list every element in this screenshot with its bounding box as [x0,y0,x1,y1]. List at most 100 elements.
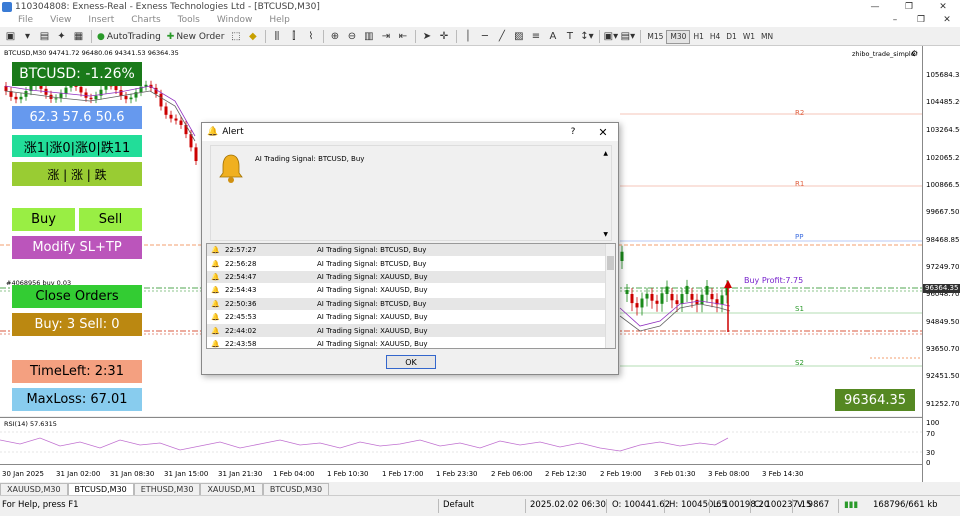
window-title: 110304808: Exness-Real - Exness Technolo… [15,1,320,12]
menu-tools[interactable]: Tools [170,15,209,25]
pivot-pp-label: PP [795,233,804,241]
indicator-settings-icon[interactable]: ⚙ [911,49,918,58]
alert-row[interactable]: 🔔 22:44:02 AI Trading Signal: XAUUSD, Buy [207,324,615,338]
candle-body [129,97,133,100]
menu-insert[interactable]: Insert [80,15,123,25]
horizontal-line-icon[interactable]: ─ [477,30,492,44]
symbol-change-badge: BTCUSD: -1.26% [12,62,142,86]
status-profile[interactable]: Default [443,500,474,510]
tf-h4[interactable]: H4 [707,30,723,44]
tf-m30[interactable]: M30 [666,29,691,44]
alert-row[interactable]: 🔔 22:54:47 AI Trading Signal: XAUUSD, Buy [207,270,615,285]
channel-icon[interactable]: ▨ [511,30,526,44]
chart-tab[interactable]: XAUUSD,M1 [200,483,263,495]
candle-body [19,96,23,100]
message-scroll-up-icon[interactable]: ▲ [603,150,608,157]
alert-close-button[interactable]: ✕ [588,126,618,139]
tf-d1[interactable]: D1 [723,30,740,44]
market-watch-icon[interactable]: ▤ [37,30,52,44]
new-chart-icon[interactable]: ▣ [3,30,18,44]
alert-history-list[interactable]: 🔔 22:57:27 AI Trading Signal: BTCUSD, Buy … [206,243,616,349]
alert-row[interactable]: 🔔 22:54:43 AI Trading Signal: XAUUSD, Buy [207,284,615,298]
vertical-line-icon[interactable]: │ [460,30,475,44]
bar-chart-icon[interactable]: ⫼ [269,30,284,44]
templates-icon[interactable]: ▤▾ [620,30,635,44]
close-button[interactable]: ✕ [926,2,960,12]
candle-body [710,294,714,300]
alert-row[interactable]: 🔔 22:45:53 AI Trading Signal: XAUUSD, Buy [207,311,615,325]
help-button[interactable]: ? [558,127,588,137]
history-icon[interactable]: ⬚ [228,30,243,44]
tf-h1[interactable]: H1 [690,30,706,44]
menu-view[interactable]: View [42,15,80,25]
minimize-button[interactable]: — [858,2,892,12]
message-scroll-down-icon[interactable]: ▼ [603,231,608,238]
price-tick: 98468.85 [926,236,960,244]
tf-m15[interactable]: M15 [644,30,666,44]
restore-button[interactable]: ❐ [892,2,926,12]
alert-row[interactable]: 🔔 22:57:27 AI Trading Signal: BTCUSD, Buy [207,244,615,258]
chart-tab[interactable]: XAUUSD,M30 [0,483,68,495]
status-bar: For Help, press F1 Default 2025.02.02 06… [0,495,960,516]
alert-row[interactable]: 🔔 22:56:28 AI Trading Signal: BTCUSD, Buy [207,257,615,271]
modify-sltp-button[interactable]: Modify SL+TP [12,236,142,259]
candlestick-icon[interactable]: ⫿ [286,30,301,44]
menu-file[interactable]: File [0,15,42,25]
cursor-icon[interactable]: ➤ [419,30,434,44]
chart-tab[interactable]: BTCUSD,M30 [262,483,330,495]
tile-windows-icon[interactable]: ▥ [361,30,376,44]
label-icon[interactable]: T [562,30,577,44]
ok-button[interactable]: OK [386,355,436,369]
candle-body [164,106,168,115]
trendline-icon[interactable]: ╱ [494,30,509,44]
rsi-subwindow[interactable]: RSI(14) 57.6315 [0,417,922,464]
close-orders-button[interactable]: Close Orders [12,285,142,308]
fibonacci-icon[interactable]: ≡ [528,30,543,44]
chart-shift-icon[interactable]: ⇤ [395,30,410,44]
profiles-icon[interactable]: ▾ [20,30,35,44]
time-tick: 1 Feb 17:00 [382,470,424,478]
alert-list-scrollbar[interactable] [605,244,615,348]
price-tick: 97249.70 [926,263,960,271]
pivot-r2-label: R2 [795,109,805,117]
alert-row[interactable]: 🔔 22:50:36 AI Trading Signal: BTCUSD, Buy [207,297,615,311]
time-axis: 30 Jan 2025 31 Jan 02:00 31 Jan 08:30 31… [0,464,922,482]
time-tick: 31 Jan 08:30 [110,470,155,478]
candle-body [124,95,128,100]
text-icon[interactable]: A [545,30,560,44]
price-tick: 103264.50 [926,126,960,134]
menu-charts[interactable]: Charts [123,15,169,25]
line-chart-icon[interactable]: ⌇ [303,30,318,44]
zoom-out-icon[interactable]: ⊖ [344,30,359,44]
terminal-icon[interactable]: ▦ [71,30,86,44]
chart-tab[interactable]: ETHUSD,M30 [133,483,201,495]
price-tick: 93650.70 [926,345,960,353]
status-volume: V: 9867 [797,500,830,510]
periods-icon[interactable]: ▣▾ [603,30,618,44]
autotrading-button[interactable]: ● AutoTrading [95,30,163,44]
candle-body [665,286,669,294]
buy-button[interactable]: Buy [12,208,75,231]
candle-body [169,114,173,119]
alert-row[interactable]: 🔔 22:43:58 AI Trading Signal: XAUUSD, Buy [207,338,615,348]
autoscroll-icon[interactable]: ⇥ [378,30,393,44]
strategy-tester-icon[interactable]: ◆ [245,30,260,44]
mdi-close-button[interactable]: ✕ [934,15,960,25]
time-tick: 30 Jan 2025 [2,470,44,478]
app-icon [2,1,12,12]
tf-mn[interactable]: MN [758,30,776,44]
new-order-button[interactable]: ✚ New Order [165,30,227,44]
menu-window[interactable]: Window [209,15,262,25]
bell-icon: 🔔 [211,259,220,268]
tf-w1[interactable]: W1 [740,30,758,44]
zoom-in-icon[interactable]: ⊕ [327,30,342,44]
arrows-icon[interactable]: ↕▾ [579,30,594,44]
crosshair-icon[interactable]: ✛ [436,30,451,44]
menu-help[interactable]: Help [261,15,299,25]
mdi-minimize-button[interactable]: – [882,15,908,25]
chart-tab[interactable]: BTCUSD,M30 [67,483,134,495]
sell-button[interactable]: Sell [79,208,142,231]
candle-body [14,96,18,100]
mdi-restore-button[interactable]: ❐ [908,15,934,25]
navigator-icon[interactable]: ✦ [54,30,69,44]
